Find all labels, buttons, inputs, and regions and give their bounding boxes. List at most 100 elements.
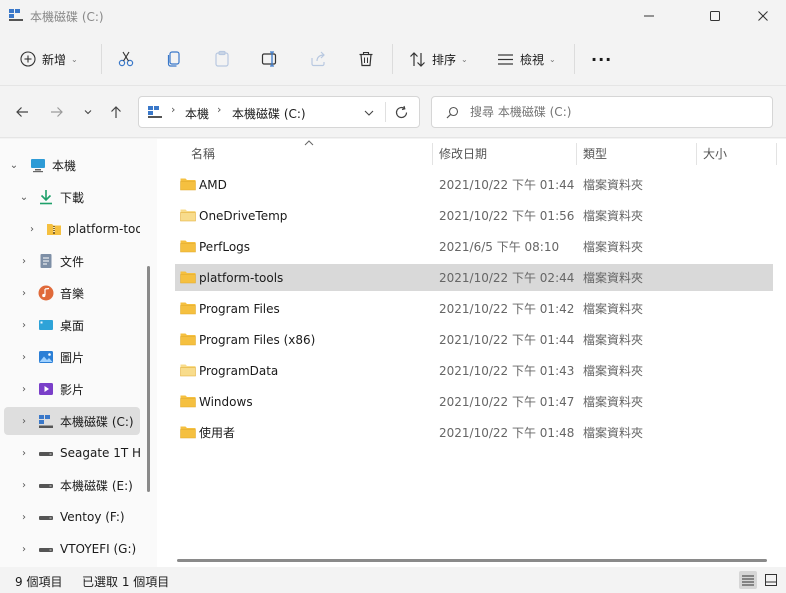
address-bar[interactable]: › 本機 › 本機磁碟 (C:) [138,96,420,128]
column-divider[interactable] [776,143,777,165]
file-date: 2021/10/22 下午 01:48 [439,426,575,440]
maximize-icon [710,11,720,21]
column-header-date[interactable]: 修改日期 [439,139,487,167]
folder-icon [180,364,196,377]
column-header-size[interactable]: 大小 [703,139,727,167]
column-header-name[interactable]: 名稱 [191,139,215,167]
new-button[interactable]: 新增 ⌄ [20,44,78,74]
column-divider[interactable] [696,143,697,165]
refresh-icon[interactable] [394,105,409,120]
chevron-right-icon[interactable]: › [18,320,30,331]
sidebar-item-drive-e[interactable]: › 本機磁碟 (E:) [4,471,140,499]
file-row[interactable]: Windows 2021/10/22 下午 01:47 檔案資料夾 [175,388,773,415]
breadcrumb-current[interactable]: 本機磁碟 (C:) [232,105,306,122]
folder-icon [180,209,196,222]
chevron-right-icon: › [217,103,222,116]
sidebar-item-platform-tools[interactable]: › platform-too [4,215,140,243]
chevron-right-icon[interactable]: › [26,224,38,235]
sidebar-item-label: 文件 [60,254,85,269]
search-icon [446,106,459,119]
chevron-right-icon[interactable]: › [18,544,30,555]
back-button[interactable] [10,100,34,124]
maximize-button[interactable] [692,0,738,32]
folder-icon [180,426,196,439]
chevron-right-icon[interactable]: › [18,512,30,523]
column-divider[interactable] [576,143,577,165]
drive-icon [148,106,162,118]
sidebar-item-drive-c[interactable]: › 本機磁碟 (C:) [4,407,140,435]
share-icon [311,51,325,67]
more-icon: ··· [591,49,613,69]
sidebar-item-music[interactable]: › 音樂 [4,279,140,307]
sidebar-item-label: Seagate 1T HD [60,446,140,460]
chevron-down-icon[interactable]: ⌄ [8,160,20,171]
sidebar-item-desktop[interactable]: › 桌面 [4,311,140,339]
sidebar-item-this-pc[interactable]: ⌄ 本機 [4,151,140,179]
share-button[interactable] [309,44,327,74]
file-row[interactable]: platform-tools 2021/10/22 下午 02:44 檔案資料夾 [175,264,773,291]
horizontal-scrollbar[interactable] [177,559,767,562]
drive-icon [39,548,53,552]
sidebar-item-videos[interactable]: › 影片 [4,375,140,403]
file-row[interactable]: OneDriveTemp 2021/10/22 下午 01:56 檔案資料夾 [175,202,773,229]
sidebar-item-label: 本機磁碟 (E:) [60,478,133,493]
sidebar-item-drive-f[interactable]: › Ventoy (F:) [4,503,140,531]
chevron-right-icon[interactable]: › [18,288,30,299]
address-divider [385,102,386,122]
column-header-type[interactable]: 類型 [583,139,607,167]
breadcrumb-root[interactable]: 本機 [185,105,209,122]
file-row[interactable]: PerfLogs 2021/6/5 下午 08:10 檔案資料夾 [175,233,773,260]
drive-c-icon [39,415,53,428]
chevron-down-icon: ⌄ [71,54,78,64]
sidebar-item-documents[interactable]: › 文件 [4,247,140,275]
chevron-right-icon[interactable]: › [18,480,30,491]
file-row[interactable]: Program Files 2021/10/22 下午 01:42 檔案資料夾 [175,295,773,322]
file-row[interactable]: Program Files (x86) 2021/10/22 下午 01:44 檔案… [175,326,773,353]
column-divider[interactable] [432,143,433,165]
more-button[interactable]: ··· [591,44,612,74]
minimize-button[interactable] [626,0,672,32]
close-button[interactable] [740,0,786,32]
cut-button[interactable] [117,44,135,74]
view-button[interactable]: 檢視 ⌄ [497,44,556,74]
chevron-down-icon[interactable]: ⌄ [18,192,30,203]
file-row[interactable]: AMD 2021/10/22 下午 01:44 檔案資料夾 [175,171,773,198]
sidebar-item-seagate[interactable]: › Seagate 1T HD [4,439,140,467]
desktop-icon [39,320,53,330]
copy-icon [167,51,180,67]
chevron-right-icon[interactable]: › [18,384,30,395]
file-name: platform-tools [199,270,284,285]
tiles-view-button[interactable] [762,571,780,589]
file-row[interactable]: 使用者 2021/10/22 下午 01:48 檔案資料夾 [175,419,773,446]
search-box[interactable] [431,96,773,128]
delete-button[interactable] [357,44,375,74]
plus-circle-icon [20,51,36,67]
file-row[interactable]: ProgramData 2021/10/22 下午 01:43 檔案資料夾 [175,357,773,384]
copy-button[interactable] [165,44,183,74]
file-type: 檔案資料夾 [583,426,644,440]
recent-locations-button[interactable] [76,100,100,124]
rename-button[interactable] [261,44,279,74]
navigation-bar: › 本機 › 本機磁碟 (C:) [0,86,786,138]
sidebar-item-downloads[interactable]: ⌄ 下載 [4,183,140,211]
up-button[interactable] [104,100,128,124]
search-input[interactable] [470,103,760,121]
forward-button[interactable] [45,100,69,124]
file-name: Program Files (x86) [199,332,316,347]
chevron-right-icon[interactable]: › [18,416,30,427]
close-icon [758,11,768,21]
paste-button[interactable] [213,44,231,74]
chevron-right-icon[interactable]: › [18,352,30,363]
sidebar-item-label: 音樂 [60,286,85,301]
toolbar-divider [101,44,102,74]
chevron-right-icon[interactable]: › [18,448,30,459]
chevron-down-icon[interactable] [363,107,375,119]
toolbar-divider [392,44,393,74]
sidebar-item-pictures[interactable]: › 圖片 [4,343,140,371]
sidebar-scrollbar[interactable] [147,266,150,492]
chevron-right-icon[interactable]: › [18,256,30,267]
sidebar-item-drive-g[interactable]: › VTOYEFI (G:) [4,535,140,563]
drive-icon [39,516,53,520]
details-view-button[interactable] [739,571,757,589]
sort-button[interactable]: 排序 ⌄ [409,44,468,74]
